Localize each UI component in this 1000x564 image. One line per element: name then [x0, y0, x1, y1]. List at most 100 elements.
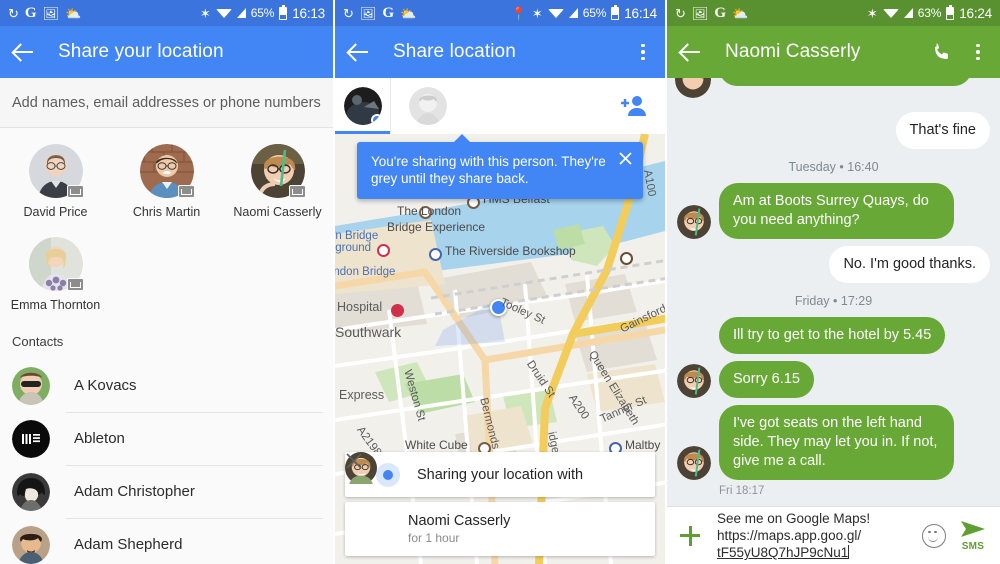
back-arrow-icon[interactable]: [12, 40, 36, 64]
status-bar-right-icons: ✶ 65% 16:13: [200, 4, 325, 21]
avatar: [28, 237, 84, 291]
list-item[interactable]: Adam Christopher: [0, 465, 333, 518]
hospital-icon[interactable]: [391, 304, 404, 317]
send-label: SMS: [961, 540, 985, 552]
shared-person-duration: for 1 hour: [408, 531, 460, 545]
weather-icon: ⛅: [65, 5, 82, 21]
tube-station-icon[interactable]: [377, 244, 390, 257]
screenshot-icon: 🖼: [42, 5, 60, 21]
day-separator: Friday • 17:29: [794, 294, 873, 308]
battery-percent: 65%: [250, 6, 275, 20]
panel-share-your-location: ↻ G 🖼 ⛅ ✶ 65% 16:13 Share your location …: [0, 0, 333, 564]
poi-marker[interactable]: [429, 248, 442, 261]
screenshot-icon: 🖼: [359, 5, 377, 21]
add-person-icon[interactable]: [621, 94, 647, 118]
back-arrow-icon[interactable]: [347, 40, 371, 64]
message-input[interactable]: See me on Google Maps! https://maps.app.…: [717, 510, 914, 561]
message-badge-icon: [177, 185, 195, 198]
quick-contact-naomi-casserly[interactable]: Naomi Casserly: [222, 144, 333, 219]
app-bar: Share your location: [0, 26, 333, 78]
quick-contact-name: David Price: [23, 205, 88, 219]
message-row[interactable]: That's fine: [667, 112, 1000, 149]
quick-contact-chris-martin[interactable]: Chris Martin: [111, 144, 222, 219]
bluetooth-icon: ✶: [531, 5, 543, 21]
message-row[interactable]: Ill try to get to the hotel by 5.45: [667, 317, 1000, 354]
screenshot-icon: 🖼: [691, 5, 709, 21]
quick-contact-name: Naomi Casserly: [233, 205, 322, 219]
message-row[interactable]: I've got seats on the left hand side. Th…: [667, 405, 1000, 480]
list-item[interactable]: Adam Shepherd: [0, 518, 333, 564]
signal-icon: [236, 8, 246, 18]
map-label: Hospital: [337, 300, 383, 314]
compose-line-2: https://maps.app.goo.gl/: [717, 528, 862, 543]
compose-line-3-wrapper: tF55yU8Q7hJP9cNu1: [717, 544, 914, 561]
signal-icon: [903, 8, 913, 18]
map-label: Bridge Experience: [387, 220, 486, 234]
sharing-tooltip: You're sharing with this person. They're…: [357, 134, 643, 199]
app-bar: Share location: [335, 26, 665, 78]
message-row[interactable]: No. I'm good thanks.: [667, 246, 1000, 283]
sharing-bottom-sheet: Sharing your location with Naomi Casserl…: [345, 452, 655, 556]
tooltip-text: You're sharing with this person. They're…: [371, 154, 606, 186]
wifi-icon: [882, 8, 899, 18]
plus-icon[interactable]: [677, 523, 703, 549]
close-icon[interactable]: [346, 453, 641, 538]
quick-contact-david-price[interactable]: David Price: [0, 144, 111, 219]
quick-contact-emma-thornton[interactable]: Emma Thornton: [0, 237, 111, 312]
app-bar: Naomi Casserly: [667, 26, 1000, 78]
message-timestamp: Fri 18:17: [719, 485, 765, 497]
avatar: [250, 144, 306, 198]
map-label: erground: [335, 242, 372, 254]
status-clock: 16:13: [292, 5, 325, 21]
three-panel-screenshot: ↻ G 🖼 ⛅ ✶ 65% 16:13 Share your location …: [0, 0, 1000, 564]
avatar: [12, 366, 50, 405]
poi-marker[interactable]: [620, 252, 633, 265]
avatar: [12, 525, 50, 564]
list-item[interactable]: A Kovacs: [0, 359, 333, 412]
overflow-menu-icon[interactable]: [633, 41, 653, 63]
close-icon[interactable]: [618, 151, 633, 166]
status-bar: ↻ 🖼 G ⛅ 📍 ✶ 65% 16:14: [335, 0, 665, 26]
avatar-chip-grey[interactable]: [409, 87, 447, 125]
message-badge-icon: [288, 185, 306, 198]
map-label: ondon Bridge: [335, 266, 396, 278]
overflow-menu-icon[interactable]: [968, 41, 988, 63]
send-button[interactable]: SMS: [960, 520, 986, 552]
list-item[interactable]: Ableton: [0, 412, 333, 465]
wifi-icon: [215, 8, 232, 18]
quick-contacts-grid: David Price Chris Martin Naomi Casserly …: [0, 128, 333, 318]
google-icon: G: [382, 4, 395, 21]
page-title: Share location: [393, 41, 516, 62]
status-bar-right-icons: ✶ 63% 16:24: [867, 4, 992, 21]
avatar: [677, 205, 711, 239]
map-label: Maltby: [625, 438, 661, 452]
phone-icon[interactable]: [930, 40, 954, 64]
google-icon: G: [714, 4, 727, 21]
message-row[interactable]: Am at Boots Surrey Quays, do you need an…: [667, 183, 1000, 239]
map-canvas[interactable]: HMS Belfast The London Bridge Experience…: [335, 134, 665, 564]
weather-icon: ⛅: [732, 5, 749, 21]
shared-person-text: Naomi Casserly for 1 hour: [408, 513, 510, 545]
avatar-chip-selected[interactable]: [335, 78, 391, 134]
sync-icon: ↻: [675, 5, 686, 21]
battery-icon: [946, 4, 955, 20]
message-bubble-incoming: Sorry 6.15: [719, 361, 814, 398]
message-thread[interactable]: That's fine Tuesday • 16:40 Am at Boots …: [667, 78, 1000, 506]
contact-name: A Kovacs: [74, 377, 137, 394]
shared-person-row[interactable]: Naomi Casserly for 1 hour: [345, 452, 655, 556]
page-title: Share your location: [58, 41, 224, 62]
back-arrow-icon[interactable]: [679, 40, 703, 64]
emoji-icon[interactable]: [922, 523, 946, 548]
compose-bar: See me on Google Maps! https://maps.app.…: [667, 506, 1000, 564]
avatar: [139, 144, 195, 198]
contacts-list: A Kovacs Ableton Adam Christopher Adam S…: [0, 359, 333, 564]
battery-percent: 63%: [917, 6, 942, 20]
location-dot-icon: [376, 462, 400, 487]
status-clock: 16:14: [624, 5, 657, 21]
search-input[interactable]: Add names, email addresses or phone numb…: [0, 78, 333, 128]
message-row[interactable]: Sorry 6.15: [667, 361, 1000, 398]
message-badge-icon: [66, 278, 84, 291]
battery-icon: [279, 4, 288, 20]
tooltip-tail: [453, 134, 471, 143]
contact-name: Adam Christopher: [74, 483, 195, 500]
